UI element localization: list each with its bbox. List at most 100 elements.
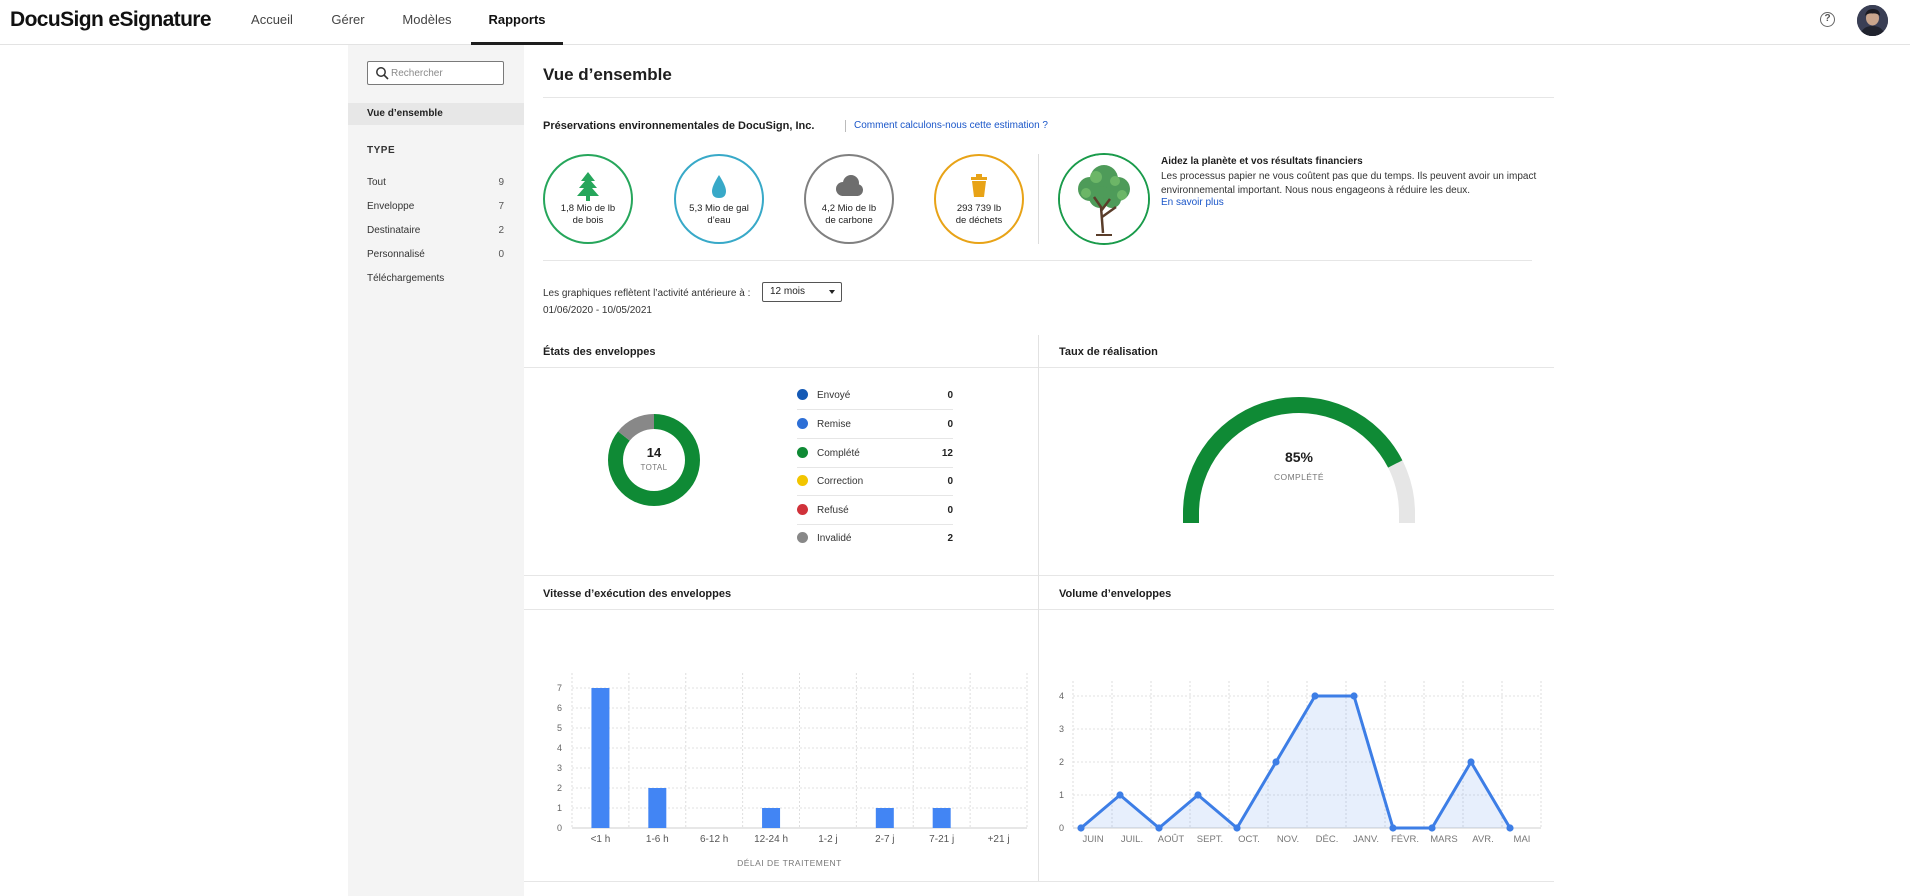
data-point[interactable]: [1233, 824, 1241, 832]
nav-tab-reports[interactable]: Rapports: [471, 0, 563, 45]
speed-panel-title: Vitesse d’exécution des enveloppes: [543, 588, 732, 600]
divider: [1038, 154, 1039, 244]
period-label: Les graphiques reflètent l’activité anté…: [543, 288, 751, 299]
x-tick-label: 12-24 h: [754, 834, 788, 845]
bar[interactable]: [762, 808, 781, 828]
legend-value: 0: [947, 476, 953, 487]
x-tick-label: MARS: [1430, 834, 1457, 845]
legend-value: 2: [947, 533, 953, 544]
metric-water: 5,3 Mio de gal d’eau: [674, 154, 764, 244]
metric-value: 4,2 Mio de lb: [821, 203, 877, 214]
main-content: Vue d’ensemble Préservations environneme…: [524, 45, 1554, 896]
x-tick-label: JUIN: [1082, 834, 1103, 845]
legend-value: 0: [947, 390, 953, 401]
legend-item-delivered: Remise 0: [797, 411, 953, 439]
trash-icon: [971, 174, 987, 197]
avatar[interactable]: [1857, 5, 1888, 36]
speed-bar-chart: 0 1 2 3 4 5 6 7 <1 h 1-6 h 6-12 h 12-24 h 1-2 j 2-7 j…: [557, 673, 1028, 868]
sidebar-item-custom[interactable]: Personnalisé 0: [367, 249, 504, 260]
y-tick-label: 4: [557, 743, 562, 753]
y-tick-label: 1: [1059, 790, 1064, 800]
page-title: Vue d’ensemble: [543, 65, 672, 84]
data-point[interactable]: [1272, 758, 1280, 766]
data-point[interactable]: [1350, 692, 1358, 700]
bar[interactable]: [875, 808, 894, 828]
sidebar-item-label: Enveloppe: [367, 201, 415, 212]
estimation-link[interactable]: Comment calculons-nous cette estimation …: [845, 120, 1048, 132]
legend-label: Refusé: [817, 505, 849, 516]
sidebar-item-downloads[interactable]: Téléchargements: [367, 273, 504, 284]
x-tick-label: 1-6 h: [646, 834, 669, 845]
metric-unit: de bois: [572, 215, 604, 226]
metric-value: 1,8 Mio de lb: [560, 203, 616, 214]
donut-total-label: TOTAL: [640, 463, 668, 472]
environment-title: Préservations environnementales de DocuS…: [543, 120, 815, 132]
question-circle-icon[interactable]: ?: [1820, 12, 1835, 27]
x-axis-label: DÉLAI DE TRAITEMENT: [737, 858, 842, 868]
data-point[interactable]: [1428, 824, 1436, 832]
x-tick-label: NOV.: [1277, 834, 1299, 845]
y-tick-label: 2: [557, 783, 562, 793]
legend-dot: [797, 475, 808, 486]
donut-total: 14: [646, 445, 662, 460]
data-point[interactable]: [1467, 758, 1475, 766]
sidebar-item-envelope[interactable]: Enveloppe 7: [367, 201, 504, 212]
x-tick-label: MAI: [1514, 834, 1531, 845]
help-text: Les processus papier ne vous coûtent pas…: [1161, 171, 1537, 196]
period-select[interactable]: 12 mois: [762, 282, 842, 302]
water-drop-icon: [712, 175, 726, 198]
completion-percent: 85%: [1284, 449, 1314, 465]
completion-gauge: [1183, 397, 1415, 523]
data-point[interactable]: [1389, 824, 1397, 832]
sidebar-item-label: Personnalisé: [367, 249, 425, 260]
x-tick-label: FÉVR.: [1391, 834, 1419, 845]
sidebar-item-count: 2: [498, 225, 504, 236]
y-tick-label: 6: [557, 703, 562, 713]
bar[interactable]: [932, 808, 951, 828]
nav-tab-templates[interactable]: Modèles: [392, 0, 462, 45]
period-selected-value: 12 mois: [770, 286, 806, 297]
x-tick-label: 7-21 j: [929, 834, 954, 845]
sidebar-item-label: Destinataire: [367, 225, 421, 236]
x-tick-label: 6-12 h: [700, 834, 728, 845]
legend-item-sent: Envoyé 0: [797, 382, 953, 410]
y-tick-label: 3: [557, 763, 562, 773]
legend-value: 0: [947, 419, 953, 430]
y-tick-label: 3: [1059, 724, 1064, 734]
x-tick-label: SEPT.: [1197, 834, 1223, 845]
brand-logo[interactable]: DocuSign eSignature: [10, 8, 212, 32]
data-point[interactable]: [1116, 791, 1124, 799]
user-avatar-image: [1857, 5, 1888, 36]
data-point[interactable]: [1194, 791, 1202, 799]
bar[interactable]: [591, 688, 610, 828]
sidebar-item-recipient[interactable]: Destinataire 2: [367, 225, 504, 236]
sidebar-item-overview[interactable]: Vue d’ensemble: [348, 103, 524, 125]
metric-unit: de déchets: [955, 215, 1003, 226]
x-tick-label: AOÛT: [1158, 834, 1185, 845]
data-point[interactable]: [1311, 692, 1319, 700]
data-point[interactable]: [1506, 824, 1514, 832]
search-icon: [376, 67, 389, 80]
completion-label: COMPLÉTÉ: [1274, 472, 1324, 482]
legend-dot: [797, 532, 808, 543]
states-panel-title: États des enveloppes: [543, 346, 656, 358]
learn-more-link[interactable]: En savoir plus: [1161, 197, 1224, 208]
metric-value: 293 739 lb: [956, 203, 1002, 214]
search-input[interactable]: [391, 65, 499, 81]
metric-wood: 1,8 Mio de lb de bois: [543, 154, 633, 244]
tree-illustration-icon: [1060, 155, 1148, 243]
bar[interactable]: [648, 788, 667, 828]
sidebar-item-all[interactable]: Tout 9: [367, 177, 504, 188]
sidebar-item-count: 0: [498, 249, 504, 260]
nav-tab-home[interactable]: Accueil: [240, 0, 304, 45]
data-point[interactable]: [1155, 824, 1163, 832]
data-point[interactable]: [1077, 824, 1085, 832]
nav-tab-manage[interactable]: Gérer: [318, 0, 378, 45]
search-box[interactable]: [367, 61, 504, 85]
x-tick-label: +21 j: [988, 834, 1010, 845]
legend-label: Invalidé: [817, 533, 852, 544]
x-tick-label: AVR.: [1472, 834, 1493, 845]
legend-dot: [797, 504, 808, 515]
sidebar-item-count: 7: [498, 201, 504, 212]
metric-carbon: 4,2 Mio de lb de carbone: [804, 154, 894, 244]
